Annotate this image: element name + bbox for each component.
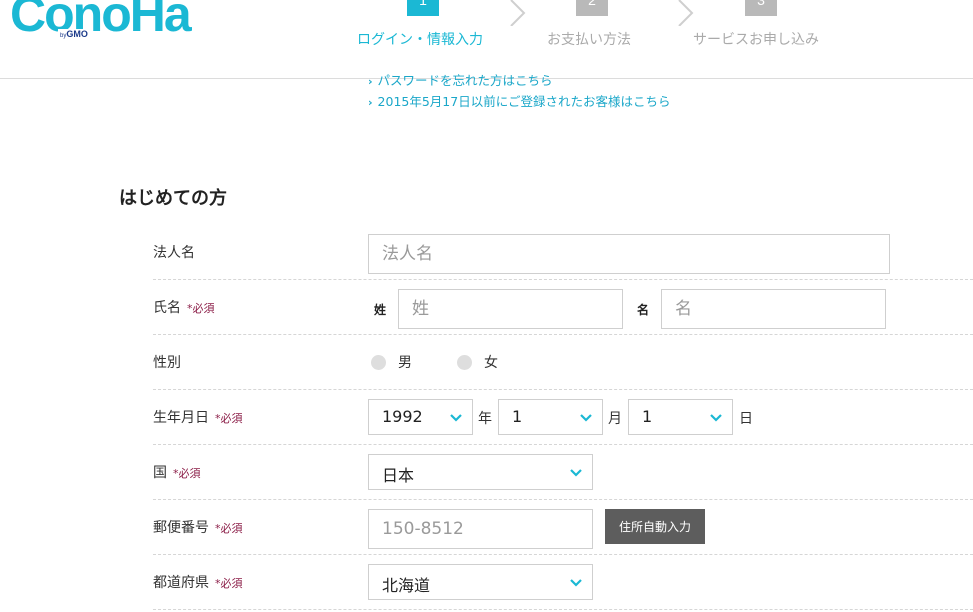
month-unit: 月 — [608, 411, 622, 427]
logo-by-gmo: byGMO — [58, 29, 90, 39]
chevron-down-icon — [580, 414, 592, 422]
last-name-label: 姓 — [374, 303, 387, 317]
form-row-name: 氏名*必須 姓 名 — [153, 280, 973, 335]
step-number: 1 — [407, 0, 439, 16]
gender-label: 性別 — [153, 355, 181, 371]
form-row-prefecture: 都道府県 *必須 北海道 — [153, 555, 973, 610]
required-mark: *必須 — [187, 302, 215, 315]
day-unit: 日 — [739, 411, 753, 427]
chevron-down-icon — [450, 414, 462, 422]
login-help-links: › パスワードを忘れた方はこちら › 2015年5月17日以前にご登録されたお客様は… — [368, 72, 670, 114]
prefecture-select[interactable]: 北海道 — [368, 564, 593, 600]
first-name-input[interactable] — [661, 289, 886, 329]
form-row-company: 法人名 — [153, 225, 973, 280]
step-label: ログイン・情報入力 — [357, 32, 483, 48]
form-row-birthday: 生年月日 *必須 1992 年 1 月 1 日 — [153, 390, 973, 445]
form-row-gender: 性別 男 女 — [153, 335, 973, 390]
chevron-down-icon — [570, 469, 582, 477]
radio-circle-icon — [371, 354, 386, 370]
year-unit: 年 — [478, 411, 492, 427]
birth-month-select[interactable]: 1 — [498, 399, 603, 435]
gender-radio-male[interactable]: 男 — [371, 352, 412, 372]
prefecture-label: 都道府県 *必須 — [153, 575, 243, 591]
name-label: 氏名 *必須 — [153, 300, 215, 316]
chevron-right-icon — [678, 0, 694, 26]
required-mark: *必須 — [215, 577, 243, 590]
first-name-label: 名 — [637, 303, 650, 317]
postal-code-input[interactable] — [368, 509, 593, 549]
gender-radio-female[interactable]: 女 — [457, 352, 498, 372]
forgot-password-link[interactable]: › パスワードを忘れた方はこちら — [368, 72, 670, 93]
logo-text: ConoHa — [10, 0, 192, 42]
chevron-right-icon: › — [368, 75, 373, 88]
required-mark: *必須 — [173, 467, 201, 480]
postal-label: 郵便番号 *必須 — [153, 520, 243, 536]
header: ConoHa byGMO 1 ログイン・情報入力 2 お支払い方法 3 サービス… — [0, 0, 973, 79]
company-label: 法人名 — [153, 245, 195, 261]
birth-year-select[interactable]: 1992 — [368, 399, 473, 435]
company-input[interactable] — [368, 234, 890, 274]
legacy-customer-link[interactable]: › 2015年5月17日以前にご登録されたお客様はこちら — [368, 93, 670, 114]
step-label: サービスお申し込み — [693, 32, 819, 48]
form-row-postal: 郵便番号*必須 住所自動入力 — [153, 500, 973, 555]
chevron-right-icon — [510, 0, 526, 26]
address-autofill-button[interactable]: 住所自動入力 — [605, 509, 705, 544]
birthday-label: 生年月日 *必須 — [153, 410, 243, 426]
country-label: 国 *必須 — [153, 465, 201, 481]
section-title: はじめての方 — [119, 188, 227, 209]
chevron-down-icon — [710, 414, 722, 422]
chevron-down-icon — [570, 579, 582, 587]
step-label: お支払い方法 — [547, 32, 631, 48]
country-select[interactable]: 日本 — [368, 454, 593, 490]
step-number: 3 — [745, 0, 777, 16]
chevron-right-icon: › — [368, 96, 373, 109]
birth-day-select[interactable]: 1 — [628, 399, 733, 435]
step-number: 2 — [576, 0, 608, 16]
conoha-logo[interactable]: ConoHa byGMO — [10, 0, 192, 42]
form-row-country: 国 *必須 日本 — [153, 445, 973, 500]
last-name-input[interactable] — [398, 289, 623, 329]
required-mark: *必須 — [215, 412, 243, 425]
required-mark: *必須 — [215, 522, 243, 535]
radio-circle-icon — [457, 354, 472, 370]
